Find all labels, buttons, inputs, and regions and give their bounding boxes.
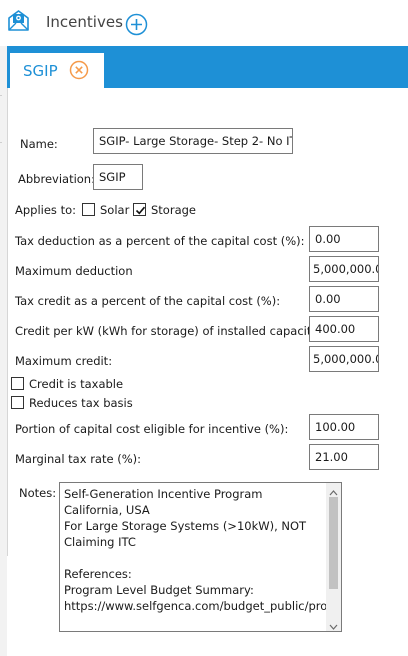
- applies-to-label: Applies to:: [15, 203, 76, 217]
- notes-text: Self-Generation Incentive Program Califo…: [64, 487, 341, 613]
- marginal-tax-input[interactable]: 21.00: [309, 444, 379, 470]
- max-credit-input[interactable]: 5,000,000.00: [309, 346, 379, 372]
- reduces-basis-label: Reduces tax basis: [29, 396, 133, 410]
- left-panel-edge: [0, 46, 7, 656]
- marginal-tax-label: Marginal tax rate (%):: [15, 452, 141, 466]
- tax-credit-label: Tax credit as a percent of the capital c…: [15, 294, 281, 308]
- credit-per-kw-input[interactable]: 400.00: [309, 316, 379, 342]
- abbreviation-input[interactable]: SGIP: [93, 164, 143, 190]
- tab-label: SGIP: [23, 62, 58, 80]
- close-circle-icon[interactable]: [69, 60, 89, 80]
- chevron-up-icon[interactable]: [329, 486, 338, 496]
- notes-label: Notes:: [19, 486, 57, 500]
- checkmark-icon: [135, 206, 146, 215]
- max-credit-label: Maximum credit:: [15, 354, 113, 368]
- divider: [7, 88, 8, 556]
- scroll-thumb[interactable]: [329, 497, 338, 589]
- solar-label: Solar: [100, 203, 130, 217]
- divider: [0, 142, 2, 143]
- portion-eligible-label: Portion of capital cost eligible for inc…: [15, 422, 289, 436]
- tax-deduction-label: Tax deduction as a percent of the capita…: [15, 234, 305, 248]
- max-deduction-input[interactable]: 5,000,000.00: [309, 256, 379, 282]
- solar-checkbox[interactable]: [82, 203, 95, 216]
- notes-scrollbar[interactable]: [326, 483, 341, 631]
- incentive-envelope-icon: [7, 9, 30, 32]
- credit-taxable-label: Credit is taxable: [29, 377, 124, 391]
- max-deduction-label: Maximum deduction: [15, 264, 133, 278]
- credit-per-kw-label: Credit per kW (kWh for storage) of insta…: [15, 324, 322, 338]
- divider: [0, 95, 2, 96]
- reduces-basis-checkbox[interactable]: [11, 396, 24, 409]
- incentives-page: Incentives SGIP Name: SGIP- Large Storag…: [0, 0, 408, 656]
- tax-credit-input[interactable]: 0.00: [309, 286, 379, 312]
- plus-circle-icon[interactable]: [125, 13, 148, 36]
- name-input[interactable]: SGIP- Large Storage- Step 2- No ITC: [93, 128, 293, 154]
- tab-bar: SGIP: [7, 46, 408, 88]
- tax-deduction-input[interactable]: 0.00: [309, 226, 379, 252]
- name-label: Name:: [20, 137, 58, 151]
- chevron-down-icon[interactable]: [329, 620, 338, 630]
- page-title: Incentives: [46, 13, 123, 31]
- header: Incentives: [0, 0, 408, 46]
- abbreviation-label: Abbreviation:: [18, 172, 95, 186]
- credit-taxable-checkbox[interactable]: [11, 377, 24, 390]
- notes-textarea[interactable]: Self-Generation Incentive Program Califo…: [59, 482, 342, 632]
- storage-label: Storage: [151, 203, 196, 217]
- tab-sgip[interactable]: SGIP: [10, 51, 104, 88]
- storage-checkbox[interactable]: [133, 203, 146, 216]
- portion-eligible-input[interactable]: 100.00: [309, 414, 379, 440]
